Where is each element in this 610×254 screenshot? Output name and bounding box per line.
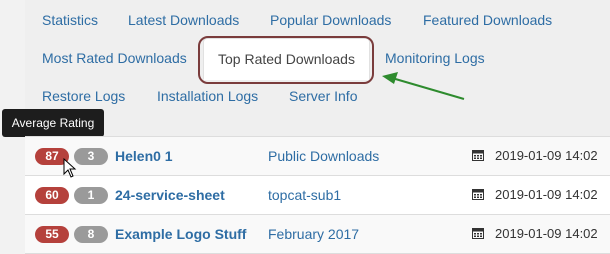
- tab-most-rated-downloads[interactable]: Most Rated Downloads: [42, 50, 187, 66]
- table-row: 55 8 Example Logo Stuff February 2017 20…: [25, 215, 610, 254]
- date-text: 2019-01-09 14:02: [495, 148, 598, 163]
- tab-statistics[interactable]: Statistics: [42, 12, 98, 28]
- tab-latest-downloads[interactable]: Latest Downloads: [128, 12, 239, 28]
- count-badge: 8: [74, 226, 108, 243]
- tab-popular-downloads[interactable]: Popular Downloads: [270, 12, 391, 28]
- tab-featured-downloads[interactable]: Featured Downloads: [423, 12, 552, 28]
- count-badge: 1: [74, 187, 108, 204]
- rating-badge: 55: [35, 226, 69, 243]
- category-link[interactable]: topcat-sub1: [268, 187, 341, 203]
- download-title-link[interactable]: 24-service-sheet: [115, 187, 225, 203]
- calendar-icon: [472, 150, 484, 161]
- tab-restore-logs[interactable]: Restore Logs: [42, 88, 125, 104]
- category-link[interactable]: February 2017: [268, 226, 359, 242]
- tab-highlight-box: [198, 36, 374, 84]
- downloads-table: 87 3 Helen0 1 Public Downloads 2019-01-0…: [25, 136, 610, 254]
- download-title-link[interactable]: Example Logo Stuff: [115, 226, 246, 242]
- count-badge: 3: [74, 148, 108, 165]
- table-row: 60 1 24-service-sheet topcat-sub1 2019-0…: [25, 176, 610, 215]
- annotation-arrow-icon: [382, 72, 465, 100]
- calendar-icon: [472, 189, 484, 200]
- rating-badge: 60: [35, 187, 69, 204]
- category-link[interactable]: Public Downloads: [268, 148, 379, 164]
- tab-server-info[interactable]: Server Info: [289, 88, 357, 104]
- tab-monitoring-logs[interactable]: Monitoring Logs: [385, 50, 485, 66]
- download-title-link[interactable]: Helen0 1: [115, 148, 173, 164]
- date-text: 2019-01-09 14:02: [495, 187, 598, 202]
- date-text: 2019-01-09 14:02: [495, 226, 598, 241]
- average-rating-tooltip: Average Rating: [2, 109, 104, 137]
- mouse-cursor-icon: [63, 158, 77, 178]
- tab-installation-logs[interactable]: Installation Logs: [157, 88, 258, 104]
- calendar-icon: [472, 228, 484, 239]
- table-row: 87 3 Helen0 1 Public Downloads 2019-01-0…: [25, 137, 610, 176]
